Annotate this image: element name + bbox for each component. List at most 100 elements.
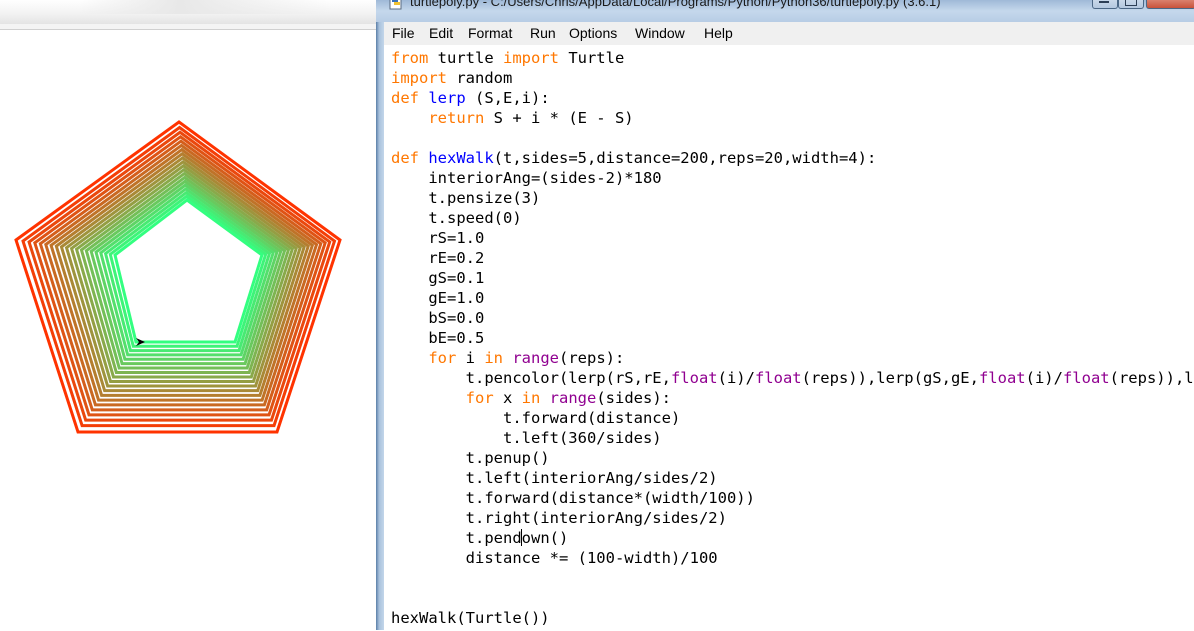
code-line: t.speed(0) xyxy=(391,208,1194,228)
code-token: hexWalk(Turtle()) xyxy=(391,609,550,627)
code-token: (t,sides=5,distance=200,reps=20,width=4)… xyxy=(493,149,877,167)
code-token: rE=0.2 xyxy=(391,249,485,267)
code-token: float xyxy=(754,369,802,387)
code-token: t.penup() xyxy=(391,449,550,467)
code-token: i xyxy=(456,349,485,367)
code-token: own() xyxy=(521,529,569,547)
code-token: import xyxy=(391,69,447,87)
code-token: lerp xyxy=(428,89,466,107)
menu-window[interactable]: Window xyxy=(635,25,685,41)
code-token: distance *= (100-width)/100 xyxy=(391,549,718,567)
code-line: t.penup() xyxy=(391,448,1194,468)
menu-file[interactable]: File xyxy=(392,25,415,41)
code-line: import random xyxy=(391,68,1194,88)
menu-edit[interactable]: Edit xyxy=(429,25,453,41)
code-token: (reps): xyxy=(559,349,625,367)
code-token: import xyxy=(502,49,559,67)
code-token: Turtle xyxy=(558,49,625,67)
code-line: t.left(360/sides) xyxy=(391,428,1194,448)
code-line: def hexWalk(t,sides=5,distance=200,reps=… xyxy=(391,148,1194,168)
code-token: float xyxy=(670,369,718,387)
code-token: interiorAng=(sides-2)*180 xyxy=(391,169,662,187)
code-line: return S + i * (E - S) xyxy=(391,108,1194,128)
code-token: def xyxy=(391,149,419,167)
code-token: in xyxy=(484,349,503,367)
code-token: t.speed(0) xyxy=(391,209,522,227)
code-token: gS=0.1 xyxy=(391,269,485,287)
code-token: return xyxy=(428,109,485,127)
menu-options[interactable]: Options xyxy=(569,25,617,41)
code-token: float xyxy=(1062,369,1110,387)
code-token: t.pend xyxy=(391,529,522,547)
code-line: t.left(interiorAng/sides/2) xyxy=(391,468,1194,488)
minimize-button[interactable] xyxy=(1092,0,1118,9)
code-line: t.pensize(3) xyxy=(391,188,1194,208)
code-token: (i)/ xyxy=(717,369,755,387)
maximize-button[interactable] xyxy=(1118,0,1144,9)
code-line: bE=0.5 xyxy=(391,328,1194,348)
source-code[interactable]: from turtle import Turtle import random de… xyxy=(391,48,1194,628)
code-token: in xyxy=(521,389,541,407)
code-token: bE=0.5 xyxy=(391,329,485,347)
code-token: (sides): xyxy=(596,389,671,407)
code-token: from xyxy=(391,49,429,67)
code-token: t.left(360/sides) xyxy=(391,429,662,447)
code-line: hexWalk(Turtle()) xyxy=(391,608,1194,628)
code-line: interiorAng=(sides-2)*180 xyxy=(391,168,1194,188)
code-line: def lerp (S,E,i): xyxy=(391,88,1194,108)
code-line: t.pencolor(lerp(rS,rE,float(i)/float(rep… xyxy=(391,368,1194,388)
maximize-icon xyxy=(1125,0,1137,6)
editor-titlebar[interactable]: turtlepoly.py - C:/Users/Chris/AppData/L… xyxy=(376,0,1194,22)
code-editor[interactable]: from turtle import Turtle import random de… xyxy=(384,45,1194,630)
code-token: gE=1.0 xyxy=(391,289,485,307)
turtle-canvas[interactable] xyxy=(0,29,376,631)
code-line: rE=0.2 xyxy=(391,248,1194,268)
code-token: (reps)),lerp(bS,bE, xyxy=(1109,369,1194,387)
code-token: rS=1.0 xyxy=(391,229,485,247)
code-token: t.forward(distance*(width/100)) xyxy=(391,489,755,507)
code-line: for i in range(reps): xyxy=(391,348,1194,368)
menu-format[interactable]: Format xyxy=(468,25,512,41)
code-token: t.pensize(3) xyxy=(391,189,541,207)
pentagon-drawing xyxy=(14,120,342,434)
turtle-window-titlebar[interactable] xyxy=(0,0,376,24)
code-token: random xyxy=(447,69,513,87)
code-token: t.forward(distance) xyxy=(391,409,681,427)
menu-run[interactable]: Run xyxy=(530,25,556,41)
code-token: turtle xyxy=(428,49,503,67)
code-line: from turtle import Turtle xyxy=(391,48,1194,68)
code-line: for x in range(sides): xyxy=(391,388,1194,408)
code-line: rS=1.0 xyxy=(391,228,1194,248)
code-token: bS=0.0 xyxy=(391,309,485,327)
code-line: t.forward(distance) xyxy=(391,408,1194,428)
code-token: t.pencolor(lerp(rS,rE, xyxy=(391,369,671,387)
code-line: gE=1.0 xyxy=(391,288,1194,308)
code-line: t.forward(distance*(width/100)) xyxy=(391,488,1194,508)
minimize-icon xyxy=(1099,0,1109,3)
code-token: hexWalk xyxy=(428,149,494,167)
code-token: range xyxy=(512,349,560,367)
code-token: S + i * (E - S) xyxy=(484,109,634,127)
code-line: t.right(interiorAng/sides/2) xyxy=(391,508,1194,528)
code-line: t.pendown() xyxy=(391,528,1194,548)
code-token: x xyxy=(493,389,522,407)
menu-help[interactable]: Help xyxy=(704,25,733,41)
menu-bar: File Edit Format Run Options Window Help xyxy=(384,22,1194,46)
code-token: (i)/ xyxy=(1025,369,1063,387)
code-line: distance *= (100-width)/100 xyxy=(391,548,1194,568)
editor-window-frame xyxy=(376,0,384,630)
editor-title: turtlepoly.py - C:/Users/Chris/AppData/L… xyxy=(410,0,941,9)
code-token: (reps)),lerp(gS,gE, xyxy=(801,369,979,387)
code-line: bS=0.0 xyxy=(391,308,1194,328)
code-token: t.left(interiorAng/sides/2) xyxy=(391,469,718,487)
code-token: def xyxy=(391,89,419,107)
close-button[interactable] xyxy=(1146,0,1194,9)
